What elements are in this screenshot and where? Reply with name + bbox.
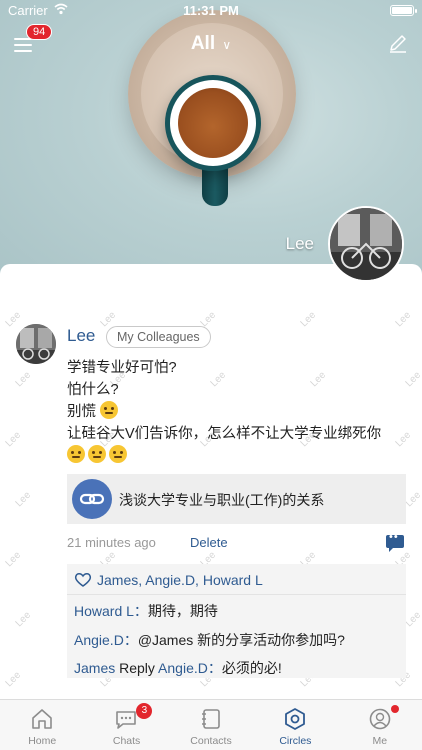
- emoji-icon: [100, 401, 119, 419]
- comment-separator: ：: [133, 603, 148, 619]
- tab-contacts[interactable]: Contacts: [169, 700, 253, 750]
- comment-author[interactable]: Angie.D: [74, 632, 124, 648]
- watermark-text: Lee: [403, 609, 422, 630]
- comment-mention[interactable]: @James: [138, 632, 193, 648]
- tab-label: Contacts: [190, 735, 232, 747]
- contacts-book-icon: [201, 709, 220, 729]
- shared-link-card[interactable]: 浅谈大学专业与职业(工作)的关系: [67, 474, 406, 524]
- emoji-row: [67, 445, 381, 468]
- comment-text: 必须的必!: [221, 660, 282, 676]
- moments-card: Lee Lee Lee Lee Lee Lee Lee Lee Lee Lee Lee Lee Lee L…: [0, 264, 422, 704]
- chevron-down-icon: ∨: [222, 38, 232, 52]
- watermark-text: Lee: [13, 489, 34, 510]
- delete-button[interactable]: Delete: [190, 535, 228, 550]
- watermark-text: Lee: [393, 309, 414, 330]
- post-author-name[interactable]: Lee: [67, 326, 95, 346]
- comment-separator: ：: [207, 660, 222, 676]
- comment-item[interactable]: James Reply Angie.D：必须的必!: [74, 658, 282, 678]
- tab-label: Chats: [112, 735, 141, 747]
- comment-text: 期待，期待: [147, 603, 218, 619]
- filter-label: All: [190, 33, 216, 54]
- watermark-text: Lee: [3, 309, 24, 330]
- coffee-shape: [178, 88, 248, 158]
- reply-target[interactable]: Angie.D: [158, 660, 208, 676]
- chat-icon: [116, 711, 137, 729]
- post-timestamp: 21 minutes ago: [67, 535, 156, 550]
- comment-author[interactable]: Howard L: [74, 603, 134, 619]
- watermark-text: Lee: [403, 489, 422, 510]
- tab-home[interactable]: Home: [0, 700, 84, 750]
- chats-badge: 3: [136, 703, 153, 719]
- emoji-icon: [67, 445, 85, 463]
- post-line: 让硅谷大V们告诉你，怎么样不让大学专业绑死你: [67, 425, 382, 442]
- post-author-avatar[interactable]: [16, 324, 56, 364]
- emoji-icon: [88, 445, 106, 463]
- tab-bar: Home 3 Chats Contacts Circles Me: [0, 699, 422, 750]
- post-body: 学错专业好可怕? 怕什么? 别慌 让硅谷大V们告诉你，怎么样不让大学专业绑死你: [67, 358, 381, 468]
- tab-me[interactable]: Me: [338, 700, 422, 750]
- link-title: 浅谈大学专业与职业(工作)的关系: [119, 492, 325, 508]
- profile-avatar[interactable]: [328, 206, 404, 282]
- watermark-text: Lee: [298, 309, 319, 330]
- post-line-text: 别慌: [67, 404, 96, 420]
- emoji-icon: [109, 445, 127, 463]
- tab-label: Me: [372, 735, 388, 747]
- reply-word: Reply: [115, 660, 159, 676]
- post-line: 学错专业好可怕?: [67, 360, 177, 376]
- comment-author[interactable]: James: [74, 660, 115, 676]
- watermark-text: Lee: [13, 369, 34, 390]
- post-line: 怕什么?: [67, 381, 119, 398]
- profile-name[interactable]: Lee: [286, 234, 314, 254]
- group-tag[interactable]: My Colleagues: [106, 326, 211, 348]
- watermark-text: Lee: [3, 429, 24, 450]
- comment-separator: ：: [123, 632, 138, 648]
- hexagon-icon: [285, 708, 306, 730]
- status-bar: Carrier 11:31 PM: [0, 0, 422, 22]
- tab-label: Circles: [279, 735, 312, 747]
- clock-label: 11:31 PM: [183, 3, 239, 18]
- post-line: 别慌: [67, 401, 381, 424]
- watermark-text: Lee: [393, 429, 414, 450]
- home-icon: [32, 709, 52, 729]
- avatar-photo: [16, 324, 56, 364]
- tab-label: Home: [28, 735, 57, 747]
- link-icon: [72, 479, 112, 519]
- comment-item[interactable]: Howard L：期待，期待: [74, 601, 218, 621]
- comment-item[interactable]: Angie.D：@James 新的分享活动你参加吗?: [74, 630, 345, 650]
- likes-list[interactable]: James, Angie.D, Howard L: [97, 572, 263, 588]
- likes-comments-panel: James, Angie.D, Howard L Howard L：期待，期待 …: [67, 564, 406, 678]
- comment-text: 新的分享活动你参加吗?: [193, 632, 345, 648]
- divider: [67, 594, 406, 595]
- watermark-text: Lee: [403, 369, 422, 390]
- tab-circles[interactable]: Circles: [253, 700, 337, 750]
- watermark-text: Lee: [3, 669, 24, 690]
- heart-icon: [74, 573, 92, 587]
- edit-icon[interactable]: [388, 33, 408, 53]
- watermark-text: Lee: [13, 609, 34, 630]
- filter-dropdown[interactable]: All ∨: [0, 33, 422, 55]
- avatar-photo: [330, 208, 402, 280]
- watermark-text: Lee: [3, 549, 24, 570]
- profile-icon: [369, 708, 390, 730]
- comment-icon[interactable]: [386, 531, 404, 552]
- battery-icon: [390, 5, 417, 16]
- me-dot-indicator: [390, 705, 399, 713]
- tab-chats[interactable]: 3 Chats: [84, 700, 168, 750]
